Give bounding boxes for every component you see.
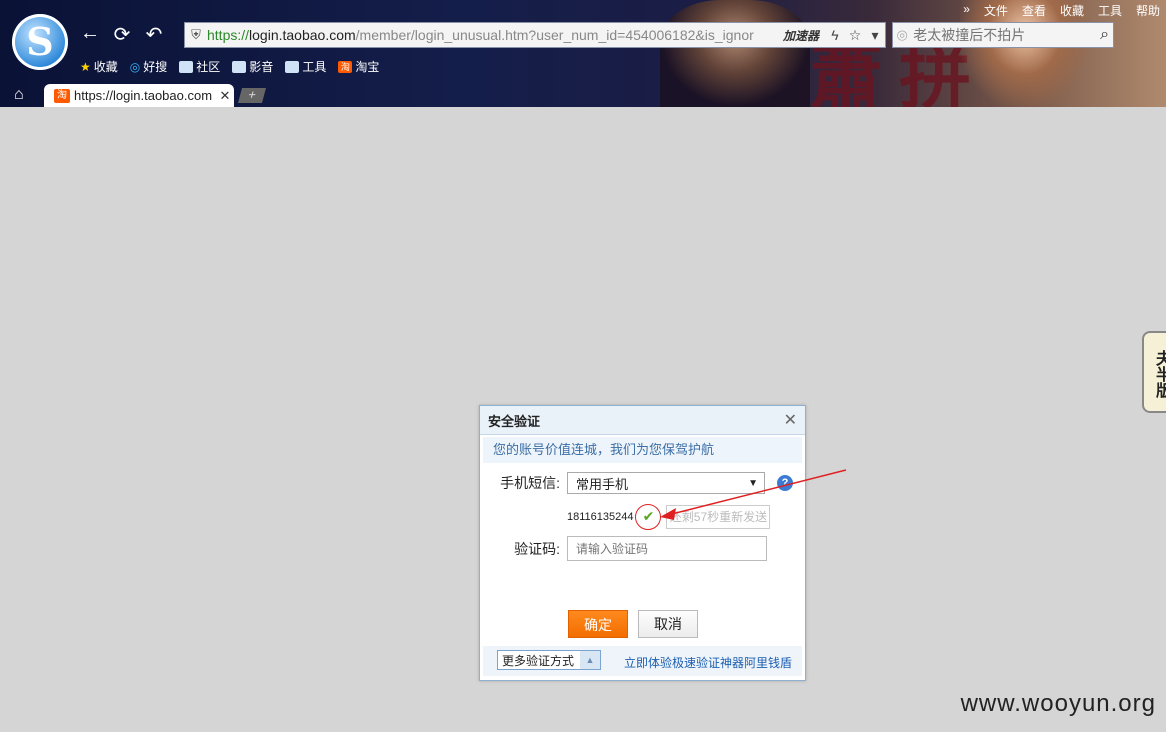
annotation-arrow	[660, 469, 847, 520]
arrow-line	[663, 469, 847, 517]
watermark: www.wooyun.org	[960, 690, 1156, 717]
arrow-head	[660, 508, 676, 520]
